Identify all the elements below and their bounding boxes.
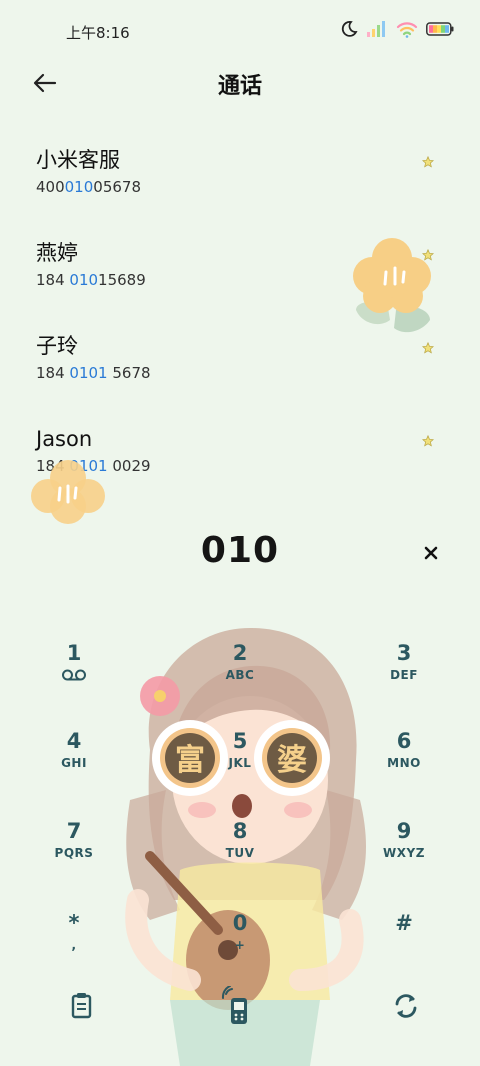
key-0[interactable]: 0 + [190,910,290,980]
key-8[interactable]: 8 TUV [190,818,290,888]
dialed-number-display: 010 [200,530,280,571]
battery-icon [426,22,454,36]
clipboard-button[interactable] [62,986,102,1026]
key-4[interactable]: 4 GHI [24,728,124,798]
key-digit: 5 [232,729,248,753]
key-digit: # [395,911,413,935]
key-digit: 1 [66,641,82,665]
key-6[interactable]: 6 MNO [354,728,454,798]
key-digit: 8 [232,819,248,843]
key-letters: MNO [387,756,421,770]
wifi-icon [396,22,418,38]
moon-icon [341,21,358,37]
clear-input-button[interactable] [420,542,442,564]
key-letters: JKL [228,756,252,770]
key-letters: DEF [390,668,418,682]
key-digit: 3 [396,641,412,665]
key-hash[interactable]: # [354,910,454,980]
key-7[interactable]: 7 PQRS [24,818,124,888]
key-letters: + [234,938,246,952]
key-digit: 2 [232,641,248,665]
key-letters: , [71,938,77,952]
key-5[interactable]: 5 JKL [190,728,290,798]
key-3[interactable]: 3 DEF [354,640,454,710]
key-digit: 7 [66,819,82,843]
key-letters: TUV [225,846,255,860]
contact-name: Jason [36,427,93,451]
page-title: 通话 [217,74,262,99]
key-digit: 6 [396,729,412,753]
flower-decoration-icon [353,238,431,333]
key-letters: ABC [225,668,255,682]
status-time: 上午8:16 [66,24,130,42]
key-digit: 0 [232,911,248,935]
key-2[interactable]: 2 ABC [190,640,290,710]
header: 通话 [0,62,480,104]
key-1[interactable]: 1 [24,640,124,710]
call-button[interactable] [218,986,258,1026]
contact-item[interactable]: 小米客服 40001005678 [0,140,480,233]
switch-sim-button[interactable] [386,986,426,1026]
star-icon [422,435,434,447]
key-letters: PQRS [54,846,94,860]
star-icon [422,156,434,168]
key-star[interactable]: * , [24,910,124,980]
key-digit: 9 [396,819,412,843]
flower-decoration-icon [31,460,105,524]
key-digit: 4 [66,729,82,753]
voicemail-icon [62,669,86,681]
status-bar: 上午8:16 [0,0,480,62]
contact-name: 小米客服 [36,148,120,172]
status-icons [340,20,454,38]
key-letters: GHI [61,756,87,770]
key-9[interactable]: 9 WXYZ [354,818,454,888]
contact-number: 40001005678 [36,178,141,196]
key-letters: WXYZ [383,846,425,860]
contact-number: 184 0101 5678 [36,364,151,382]
key-digit: * [68,911,80,935]
signal-icon [367,21,385,37]
